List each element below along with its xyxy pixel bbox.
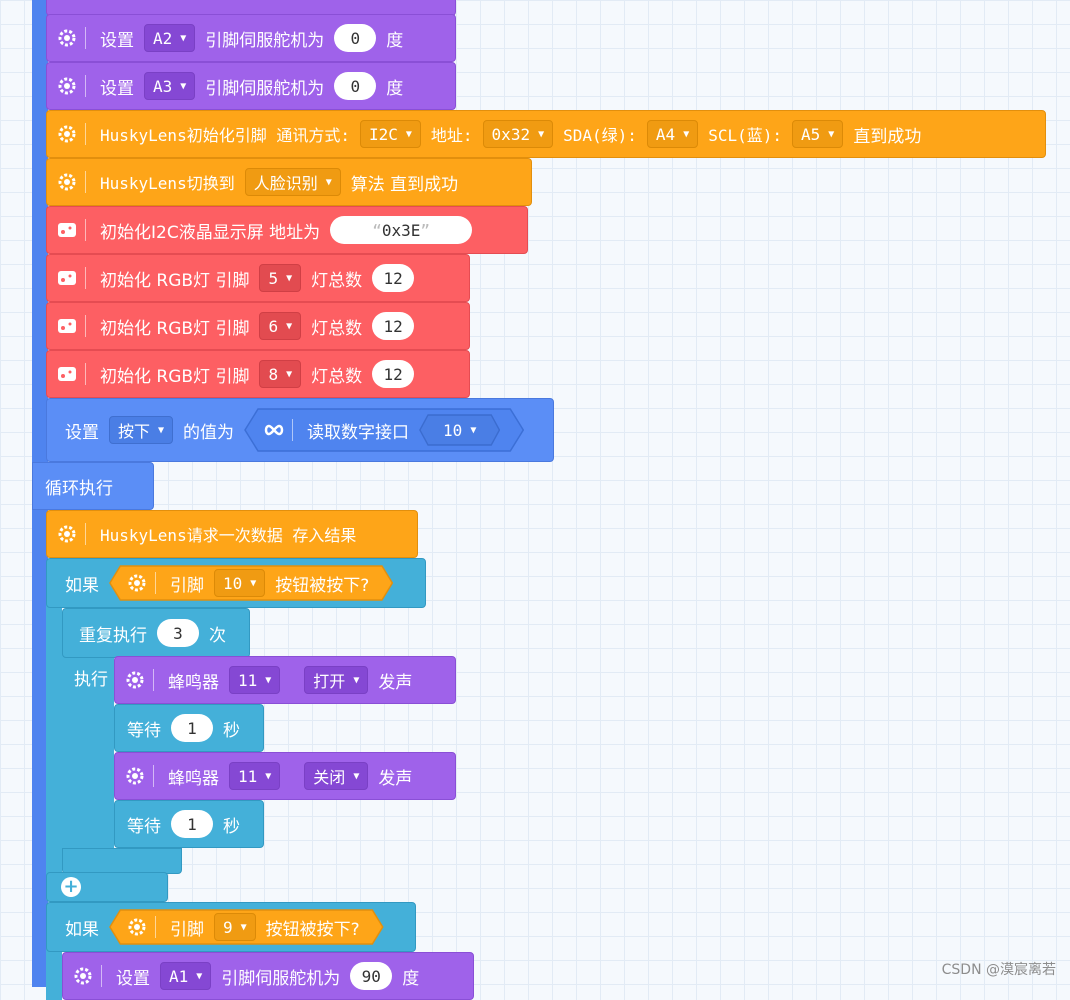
angle-input[interactable]: 90	[350, 962, 393, 990]
state-dropdown[interactable]: 打开 ▼	[304, 666, 369, 694]
pin-dropdown[interactable]: A1 ▼	[160, 962, 212, 990]
button-pressed-condition[interactable]: 引脚 9 ▼ 按钮被按下?	[109, 909, 384, 945]
lcd-icon	[57, 220, 77, 240]
pin-dropdown[interactable]: 10 ▼	[214, 569, 266, 597]
wait-block-2[interactable]: 等待 1 秒	[114, 800, 264, 848]
led-count-input[interactable]: 12	[372, 264, 415, 292]
gear-icon	[125, 670, 145, 690]
buzzer-on-block[interactable]: 蜂鸣器 11 ▼ 打开 ▼ 发声	[114, 656, 456, 704]
gear-icon	[57, 28, 77, 48]
plus-icon[interactable]: +	[61, 877, 81, 897]
angle-input[interactable]: 0	[334, 72, 377, 100]
wait-seconds-input[interactable]: 1	[171, 714, 213, 742]
sda-dropdown[interactable]: A4 ▼	[646, 120, 699, 148]
repeat-do-label: 执行	[74, 669, 108, 690]
repeat-count-input[interactable]: 3	[157, 619, 199, 647]
gear-icon	[73, 966, 93, 986]
servo-block-a2[interactable]: 设置 A2 ▼ 引脚伺服舵机为 0 度	[46, 14, 456, 62]
servo-block-a3[interactable]: 设置 A3 ▼ 引脚伺服舵机为 0 度	[46, 62, 456, 110]
pin-dropdown[interactable]: 8 ▼	[259, 360, 302, 388]
button-pressed-condition[interactable]: 引脚 10 ▼ 按钮被按下?	[109, 565, 394, 601]
rgb-init-block-1[interactable]: 初始化 RGB灯 引脚 5 ▼ 灯总数 12	[46, 254, 470, 302]
repeat-block-footer	[62, 848, 182, 874]
lcd-address-input[interactable]: “0x3E”	[330, 216, 473, 244]
infinity-icon	[264, 420, 284, 440]
wait-block-1[interactable]: 等待 1 秒	[114, 704, 264, 752]
watermark: CSDN @漠宸离若	[941, 962, 1056, 978]
led-count-input[interactable]: 12	[372, 312, 415, 340]
lcd-icon	[57, 364, 77, 384]
servo-block-a1[interactable]: 设置 A1 ▼ 引脚伺服舵机为 90 度	[62, 952, 474, 1000]
gear-icon	[125, 766, 145, 786]
rgb-init-block-3[interactable]: 初始化 RGB灯 引脚 8 ▼ 灯总数 12	[46, 350, 470, 398]
pin-dropdown[interactable]: 11 ▼	[229, 666, 281, 694]
gear-icon	[57, 172, 77, 192]
scl-dropdown[interactable]: A5 ▼	[792, 120, 844, 148]
pin-dropdown[interactable]: 11 ▼	[229, 762, 281, 790]
pin-dropdown[interactable]: A2 ▼	[144, 24, 196, 52]
set-variable-block[interactable]: 设置 按下 ▼ 的值为 读取数字接口 10 ▼	[46, 398, 554, 462]
pin-dropdown[interactable]: 5 ▼	[259, 264, 302, 292]
lcd-icon	[57, 316, 77, 336]
rgb-init-block-2[interactable]: 初始化 RGB灯 引脚 6 ▼ 灯总数 12	[46, 302, 470, 350]
angle-input[interactable]: 0	[334, 24, 377, 52]
loop-block-header[interactable]: 循环执行	[32, 462, 154, 510]
if-block-1-body	[46, 600, 62, 900]
gear-icon	[57, 124, 77, 144]
pin-reporter[interactable]: 10 ▼	[419, 414, 501, 446]
variable-dropdown[interactable]: 按下 ▼	[109, 416, 174, 444]
pin-dropdown[interactable]: 10 ▼	[435, 416, 484, 444]
repeat-block-header[interactable]: 重复执行 3 次	[62, 608, 250, 658]
if-block-1-header[interactable]: 如果 引脚 10 ▼ 按钮被按下?	[46, 558, 426, 608]
huskylens-init-block[interactable]: HuskyLens初始化引脚 通讯方式: I2C ▼ 地址: 0x32 ▼ SDA(…	[46, 110, 1046, 158]
pin-dropdown[interactable]: A3 ▼	[144, 72, 196, 100]
lcd-init-block[interactable]: 初始化I2C液晶显示屏 地址为 “0x3E”	[46, 206, 528, 254]
gear-icon	[57, 76, 77, 96]
wait-seconds-input[interactable]: 1	[171, 810, 213, 838]
read-digital-reporter[interactable]: 读取数字接口 10 ▼	[244, 408, 525, 452]
address-dropdown[interactable]: 0x32 ▼	[482, 120, 554, 148]
if-block-2-header[interactable]: 如果 引脚 9 ▼ 按钮被按下?	[46, 902, 416, 952]
led-count-input[interactable]: 12	[372, 360, 415, 388]
lcd-icon	[57, 268, 77, 288]
gear-icon	[127, 917, 147, 937]
huskylens-switch-block[interactable]: HuskyLens切换到 人脸识别 ▼ 算法 直到成功	[46, 158, 532, 206]
pin-dropdown[interactable]: 9 ▼	[214, 913, 256, 941]
comm-dropdown[interactable]: I2C ▼	[359, 120, 421, 148]
algorithm-dropdown[interactable]: 人脸识别 ▼	[244, 168, 341, 196]
pin-dropdown[interactable]: 6 ▼	[259, 312, 302, 340]
block-label: 设置	[100, 30, 134, 51]
huskylens-request-block[interactable]: HuskyLens请求一次数据 存入结果	[46, 510, 418, 558]
buzzer-off-block[interactable]: 蜂鸣器 11 ▼ 关闭 ▼ 发声	[114, 752, 456, 800]
gear-icon	[57, 524, 77, 544]
gear-icon	[127, 573, 147, 593]
loop-label: 循环执行	[45, 478, 113, 499]
state-dropdown[interactable]: 关闭 ▼	[304, 762, 369, 790]
